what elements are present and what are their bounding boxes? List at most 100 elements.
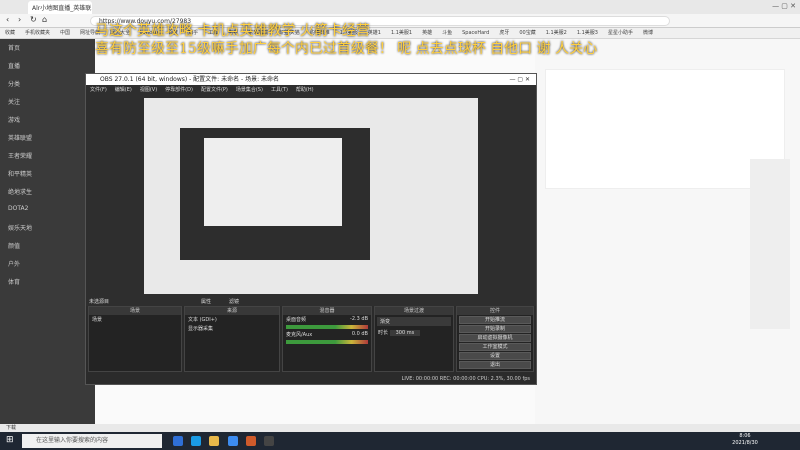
gift-panel bbox=[545, 69, 785, 189]
nav-item[interactable]: 王者荣耀 bbox=[0, 147, 95, 165]
control-button[interactable]: 开始录制 bbox=[459, 325, 531, 333]
mixer-channel-name: 麦克风/Aux bbox=[286, 332, 313, 338]
nav-item[interactable]: 直播 bbox=[0, 57, 95, 75]
bookmark-item[interactable]: 手机收藏夹 bbox=[25, 30, 50, 36]
clock-time: 8:06 bbox=[739, 433, 751, 439]
mixer-panel: 混音器 桌面音频 -2.3 dB 麦克风/Aux 0.0 dB bbox=[282, 306, 372, 372]
bookmark-item[interactable]: 收藏 bbox=[5, 30, 15, 36]
volume-meter[interactable] bbox=[286, 340, 368, 344]
nav-item[interactable]: 体育 bbox=[0, 273, 95, 291]
scene-list: 场景 bbox=[89, 315, 181, 324]
nav-item[interactable]: 户外 bbox=[0, 255, 95, 273]
window-controls[interactable]: — ▢ ✕ bbox=[772, 2, 796, 10]
control-button[interactable]: 设置 bbox=[459, 352, 531, 360]
nav-item[interactable]: 绝地求生 bbox=[0, 183, 95, 201]
sources-panel: 来源 文本 (GDI+) 显示器采集 bbox=[184, 306, 280, 372]
duration-label: 时长 bbox=[378, 330, 389, 336]
obs-menu-item[interactable]: 帮助(H) bbox=[296, 87, 314, 93]
nav-item[interactable]: 和平精英 bbox=[0, 165, 95, 183]
taskbar-search[interactable]: 在这里输入你要搜索的内容 bbox=[22, 434, 162, 448]
nav-item[interactable]: DOTA2 bbox=[0, 201, 95, 219]
obs-window-controls[interactable]: — ▢ ✕ bbox=[509, 74, 530, 85]
task-view-icon[interactable] bbox=[173, 436, 183, 446]
windows-start-icon[interactable]: ⊞ bbox=[6, 435, 14, 445]
sources-header: 来源 bbox=[185, 307, 279, 315]
back-icon[interactable]: ‹ bbox=[6, 15, 9, 24]
scenes-panel: 场景 场景 bbox=[88, 306, 182, 372]
duration-input[interactable]: 300 ms bbox=[389, 330, 421, 336]
controls-header: 控件 bbox=[457, 307, 533, 315]
download-strip: 下载 bbox=[0, 424, 800, 432]
obs-menu-item[interactable]: 场景集合(S) bbox=[236, 87, 263, 93]
control-button[interactable]: 开始推流 bbox=[459, 316, 531, 324]
obs-window: OBS 27.0.1 (64 bit, windows) - 配置文件: 未命名… bbox=[85, 73, 537, 385]
no-source-label: 未选源目 bbox=[89, 299, 110, 305]
volume-meter[interactable] bbox=[286, 325, 368, 329]
control-button[interactable]: 工作室模式 bbox=[459, 343, 531, 351]
mixer-channel-db: -2.3 dB bbox=[350, 316, 368, 322]
forward-icon[interactable]: › bbox=[18, 15, 21, 24]
mixer-header: 混音器 bbox=[283, 307, 371, 315]
mixer-channel-db: 0.0 dB bbox=[351, 331, 368, 337]
overlay-line-2: 喜有防至级至15级嘛手加广每个内已过首级餐！ 呢 点去点球杯 自他口 谢 人关心 bbox=[95, 41, 598, 57]
mixer-channel: 桌面音频 -2.3 dB bbox=[283, 315, 371, 330]
refresh-icon[interactable]: ↻ bbox=[30, 15, 37, 24]
tab-active[interactable]: Alr小地图直播_英雄联... bbox=[28, 1, 92, 14]
mixer-list: 桌面音频 -2.3 dB 麦克风/Aux 0.0 dB bbox=[283, 315, 371, 345]
app-icon[interactable] bbox=[245, 436, 256, 446]
source-item[interactable]: 显示器采集 bbox=[185, 324, 279, 333]
source-list: 文本 (GDI+) 显示器采集 bbox=[185, 315, 279, 333]
obs-menu-item[interactable]: 停靠部件(D) bbox=[165, 87, 193, 93]
right-column bbox=[535, 39, 800, 424]
source-toolbar: 未选源目 属性 滤镜 bbox=[86, 296, 536, 305]
file-explorer-icon[interactable] bbox=[209, 436, 220, 446]
nested-preview bbox=[180, 128, 370, 260]
obs-menu-item[interactable]: 配置文件(P) bbox=[201, 87, 228, 93]
nested-preview-inner bbox=[204, 138, 342, 226]
nav-item[interactable]: 游戏 bbox=[0, 111, 95, 129]
obs-preview[interactable] bbox=[144, 98, 478, 294]
home-icon[interactable]: ⌂ bbox=[42, 15, 47, 24]
store-icon[interactable] bbox=[227, 436, 238, 446]
side-ad bbox=[750, 159, 790, 329]
clock-date: 2021/8/30 bbox=[732, 440, 758, 446]
control-buttons: 开始推流 开始录制 启动虚拟摄像机 工作室模式 设置 退出 bbox=[457, 316, 533, 369]
overlay-line-1: 马这个英雄攻略 卡机点英雄教学 火箭卡经营 bbox=[95, 23, 370, 39]
mixer-channel: 麦克风/Aux 0.0 dB bbox=[283, 330, 371, 345]
edge-icon[interactable] bbox=[191, 436, 202, 446]
obs-title-bar: OBS 27.0.1 (64 bit, windows) - 配置文件: 未命名… bbox=[86, 74, 536, 85]
bookmark-item[interactable]: 中国 bbox=[60, 30, 70, 36]
obs-menu-item[interactable]: 文件(F) bbox=[90, 87, 107, 93]
stream-overlay-text: 马这个英雄攻略 卡机点英雄教学 火箭卡经营 喜有防至级至15级嘛手加广每个内已过… bbox=[95, 22, 795, 58]
obs-menu-item[interactable]: 编辑(E) bbox=[115, 87, 132, 93]
obs-status-bar: LIVE: 00:00:00 REC: 00:00:00 CPU: 2.3%, … bbox=[86, 374, 536, 384]
properties-button[interactable]: 属性 bbox=[198, 297, 214, 306]
nav-item[interactable]: 颜值 bbox=[0, 237, 95, 255]
obs-title: OBS 27.0.1 (64 bit, windows) - 配置文件: 未命名… bbox=[100, 76, 280, 83]
nav-item[interactable]: 英雄联盟 bbox=[0, 129, 95, 147]
scene-item[interactable]: 场景 bbox=[89, 315, 181, 324]
filters-button[interactable]: 滤镜 bbox=[226, 297, 242, 306]
taskbar-clock[interactable]: 8:06 2021/8/30 bbox=[730, 433, 760, 447]
taskbar: ⊞ 在这里输入你要搜索的内容 8:06 2021/8/30 bbox=[0, 432, 800, 450]
obs-menu-item[interactable]: 视图(V) bbox=[140, 87, 157, 93]
browser-tab-bar: Alr小地图直播_英雄联... — ▢ ✕ bbox=[0, 0, 800, 14]
source-item[interactable]: 文本 (GDI+) bbox=[185, 315, 279, 324]
nav-item[interactable]: 关注 bbox=[0, 93, 95, 111]
mixer-channel-name: 桌面音频 bbox=[286, 317, 307, 323]
control-button[interactable]: 退出 bbox=[459, 361, 531, 369]
obs-menu-bar: 文件(F) 编辑(E) 视图(V) 停靠部件(D) 配置文件(P) 场景集合(S) 工具(T… bbox=[86, 85, 536, 95]
transitions-header: 场景过渡 bbox=[375, 307, 453, 315]
obs-taskbar-icon[interactable] bbox=[264, 436, 275, 446]
duration-row: 时长 300 ms bbox=[375, 328, 453, 337]
nav-item[interactable]: 首页 bbox=[0, 39, 95, 57]
nav-item[interactable]: 分类 bbox=[0, 75, 95, 93]
control-button[interactable]: 启动虚拟摄像机 bbox=[459, 334, 531, 342]
obs-dock-panels: 场景 场景 来源 文本 (GDI+) 显示器采集 混音器 桌面音频 -2.3 dB 麦… bbox=[86, 306, 536, 374]
preview-capture bbox=[144, 98, 478, 294]
controls-panel: 控件 开始推流 开始录制 启动虚拟摄像机 工作室模式 设置 退出 bbox=[456, 306, 534, 372]
transition-select[interactable]: 渐变 bbox=[377, 317, 451, 326]
taskbar-apps bbox=[170, 436, 277, 446]
obs-menu-item[interactable]: 工具(T) bbox=[271, 87, 288, 93]
nav-item[interactable]: 娱乐天地 bbox=[0, 219, 95, 237]
